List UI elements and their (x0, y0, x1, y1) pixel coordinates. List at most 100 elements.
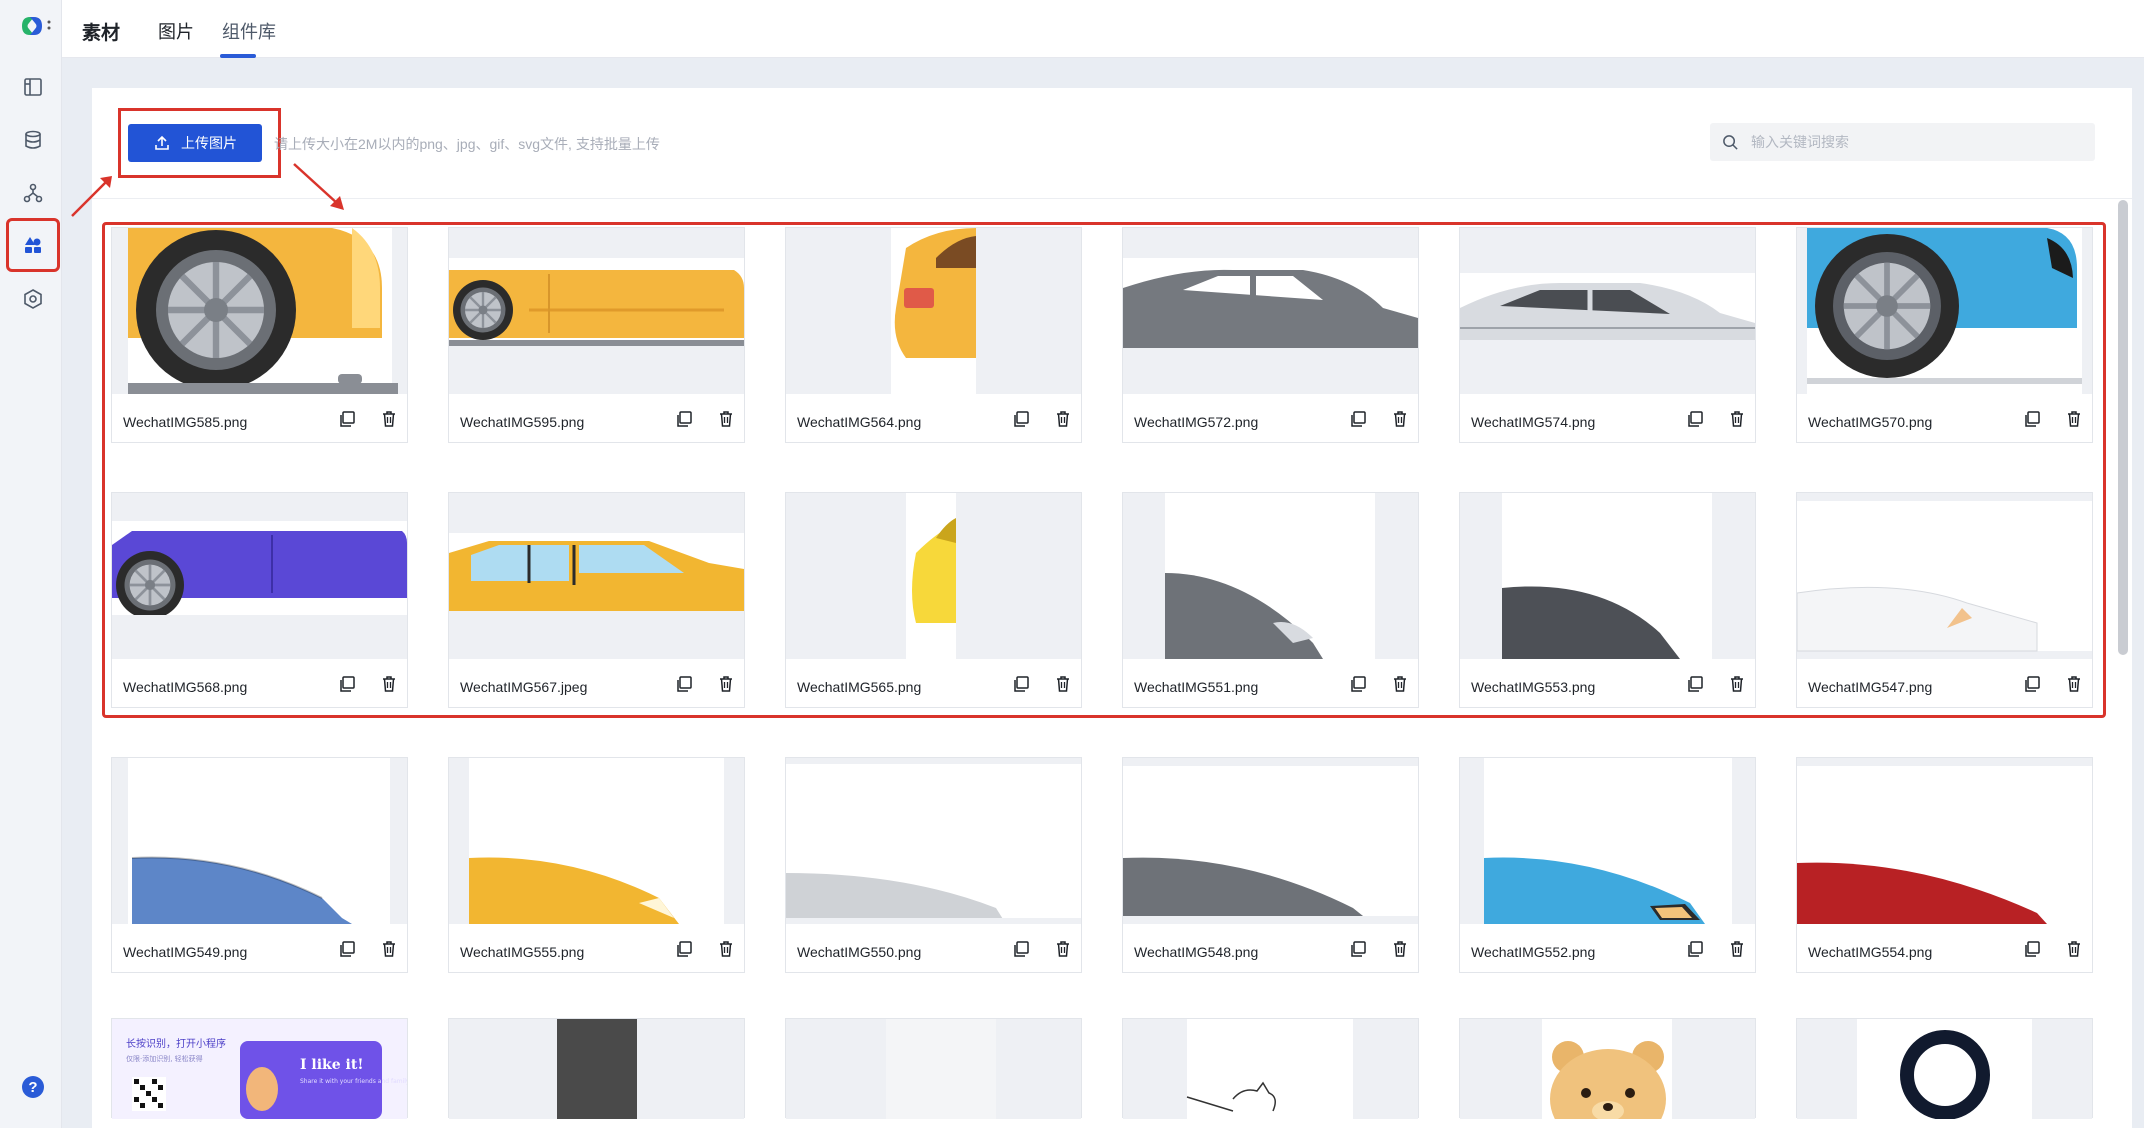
delete-icon[interactable] (1728, 675, 1748, 695)
image-thumbnail[interactable] (786, 228, 1081, 394)
image-thumbnail[interactable] (112, 758, 407, 924)
delete-icon[interactable] (2065, 675, 2085, 695)
image-card[interactable] (785, 1018, 1082, 1119)
delete-icon[interactable] (717, 940, 737, 960)
image-card[interactable]: WechatIMG549.png (111, 757, 408, 973)
copy-icon[interactable] (2023, 675, 2043, 695)
image-thumbnail[interactable] (1797, 228, 2092, 394)
copy-icon[interactable] (2023, 410, 2043, 430)
image-card[interactable]: WechatIMG547.png (1796, 492, 2093, 708)
image-card[interactable]: WechatIMG550.png (785, 757, 1082, 973)
image-thumbnail[interactable] (1460, 1019, 1755, 1119)
image-card[interactable]: WechatIMG564.png (785, 227, 1082, 443)
image-card[interactable]: WechatIMG585.png (111, 227, 408, 443)
image-card[interactable]: WechatIMG568.png (111, 492, 408, 708)
copy-icon[interactable] (338, 410, 358, 430)
delete-icon[interactable] (380, 410, 400, 430)
delete-icon[interactable] (1054, 410, 1074, 430)
image-thumbnail[interactable] (786, 1019, 1081, 1119)
database-icon[interactable] (20, 127, 46, 153)
image-thumbnail[interactable] (449, 758, 744, 924)
tab-images[interactable]: 图片 (158, 18, 194, 44)
delete-icon[interactable] (1728, 410, 1748, 430)
image-card[interactable] (448, 1018, 745, 1119)
search-input[interactable] (1751, 134, 2071, 150)
image-card[interactable]: WechatIMG570.png (1796, 227, 2093, 443)
image-card[interactable]: 长按识别，打开小程序 仅限·添加识别, 轻松获得 I like it! Share i… (111, 1018, 408, 1119)
delete-icon[interactable] (2065, 410, 2085, 430)
image-thumbnail[interactable] (112, 228, 407, 394)
delete-icon[interactable] (1391, 675, 1411, 695)
app-logo[interactable] (20, 14, 54, 38)
upload-image-button[interactable]: 上传图片 (128, 124, 262, 162)
copy-icon[interactable] (1349, 940, 1369, 960)
scrollbar-thumb[interactable] (2118, 200, 2128, 655)
image-thumbnail[interactable] (1797, 1019, 2092, 1119)
copy-icon[interactable] (338, 940, 358, 960)
delete-icon[interactable] (1054, 940, 1074, 960)
delete-icon[interactable] (2065, 940, 2085, 960)
delete-icon[interactable] (717, 675, 737, 695)
copy-icon[interactable] (675, 940, 695, 960)
image-thumbnail[interactable] (1460, 493, 1755, 659)
delete-icon[interactable] (380, 675, 400, 695)
delete-icon[interactable] (380, 940, 400, 960)
image-card[interactable] (1796, 1018, 2093, 1119)
copy-icon[interactable] (2023, 940, 2043, 960)
image-card[interactable]: WechatIMG595.png (448, 227, 745, 443)
image-thumbnail[interactable] (1797, 493, 2092, 659)
image-card[interactable]: WechatIMG554.png (1796, 757, 2093, 973)
image-file-name: WechatIMG568.png (123, 679, 248, 695)
copy-icon[interactable] (1012, 940, 1032, 960)
image-file-name: WechatIMG567.jpeg (460, 679, 588, 695)
help-icon[interactable]: ? (22, 1076, 44, 1098)
image-card[interactable]: WechatIMG565.png (785, 492, 1082, 708)
image-card[interactable] (1459, 1018, 1756, 1119)
copy-icon[interactable] (1349, 675, 1369, 695)
copy-icon[interactable] (338, 675, 358, 695)
copy-icon[interactable] (675, 675, 695, 695)
delete-icon[interactable] (1391, 940, 1411, 960)
image-thumbnail[interactable] (786, 758, 1081, 924)
image-thumbnail[interactable] (1123, 493, 1418, 659)
image-card[interactable]: WechatIMG555.png (448, 757, 745, 973)
copy-icon[interactable] (1012, 410, 1032, 430)
image-card[interactable]: WechatIMG574.png (1459, 227, 1756, 443)
image-file-name: WechatIMG585.png (123, 414, 248, 430)
layout-icon[interactable] (20, 74, 46, 100)
image-card[interactable] (1122, 1018, 1419, 1119)
image-card[interactable]: WechatIMG553.png (1459, 492, 1756, 708)
delete-icon[interactable] (1728, 940, 1748, 960)
image-card[interactable]: WechatIMG572.png (1122, 227, 1419, 443)
image-thumbnail[interactable] (1460, 758, 1755, 924)
image-thumbnail[interactable] (449, 493, 744, 659)
copy-icon[interactable] (1686, 675, 1706, 695)
svg-text:I like it!: I like it! (300, 1057, 363, 1073)
delete-icon[interactable] (1054, 675, 1074, 695)
image-card[interactable]: WechatIMG551.png (1122, 492, 1419, 708)
image-card[interactable]: WechatIMG552.png (1459, 757, 1756, 973)
image-thumbnail[interactable]: 长按识别，打开小程序 仅限·添加识别, 轻松获得 I like it! Share i… (112, 1019, 407, 1119)
image-thumbnail[interactable] (449, 228, 744, 394)
image-thumbnail[interactable] (1460, 228, 1755, 394)
image-thumbnail[interactable] (1797, 758, 2092, 924)
image-thumbnail[interactable] (449, 1019, 744, 1119)
image-card[interactable]: WechatIMG567.jpeg (448, 492, 745, 708)
flow-icon[interactable] (20, 180, 46, 206)
copy-icon[interactable] (1012, 675, 1032, 695)
copy-icon[interactable] (1686, 410, 1706, 430)
image-thumbnail[interactable] (1123, 758, 1418, 924)
tab-components[interactable]: 组件库 (222, 18, 276, 44)
copy-icon[interactable] (675, 410, 695, 430)
image-thumbnail[interactable] (786, 493, 1081, 659)
image-thumbnail[interactable] (1123, 228, 1418, 394)
copy-icon[interactable] (1686, 940, 1706, 960)
image-card[interactable]: WechatIMG548.png (1122, 757, 1419, 973)
search-box[interactable] (1710, 123, 2095, 161)
copy-icon[interactable] (1349, 410, 1369, 430)
hexagon-settings-icon[interactable] (20, 286, 46, 312)
image-thumbnail[interactable] (112, 493, 407, 659)
delete-icon[interactable] (1391, 410, 1411, 430)
image-thumbnail[interactable] (1123, 1019, 1418, 1119)
delete-icon[interactable] (717, 410, 737, 430)
